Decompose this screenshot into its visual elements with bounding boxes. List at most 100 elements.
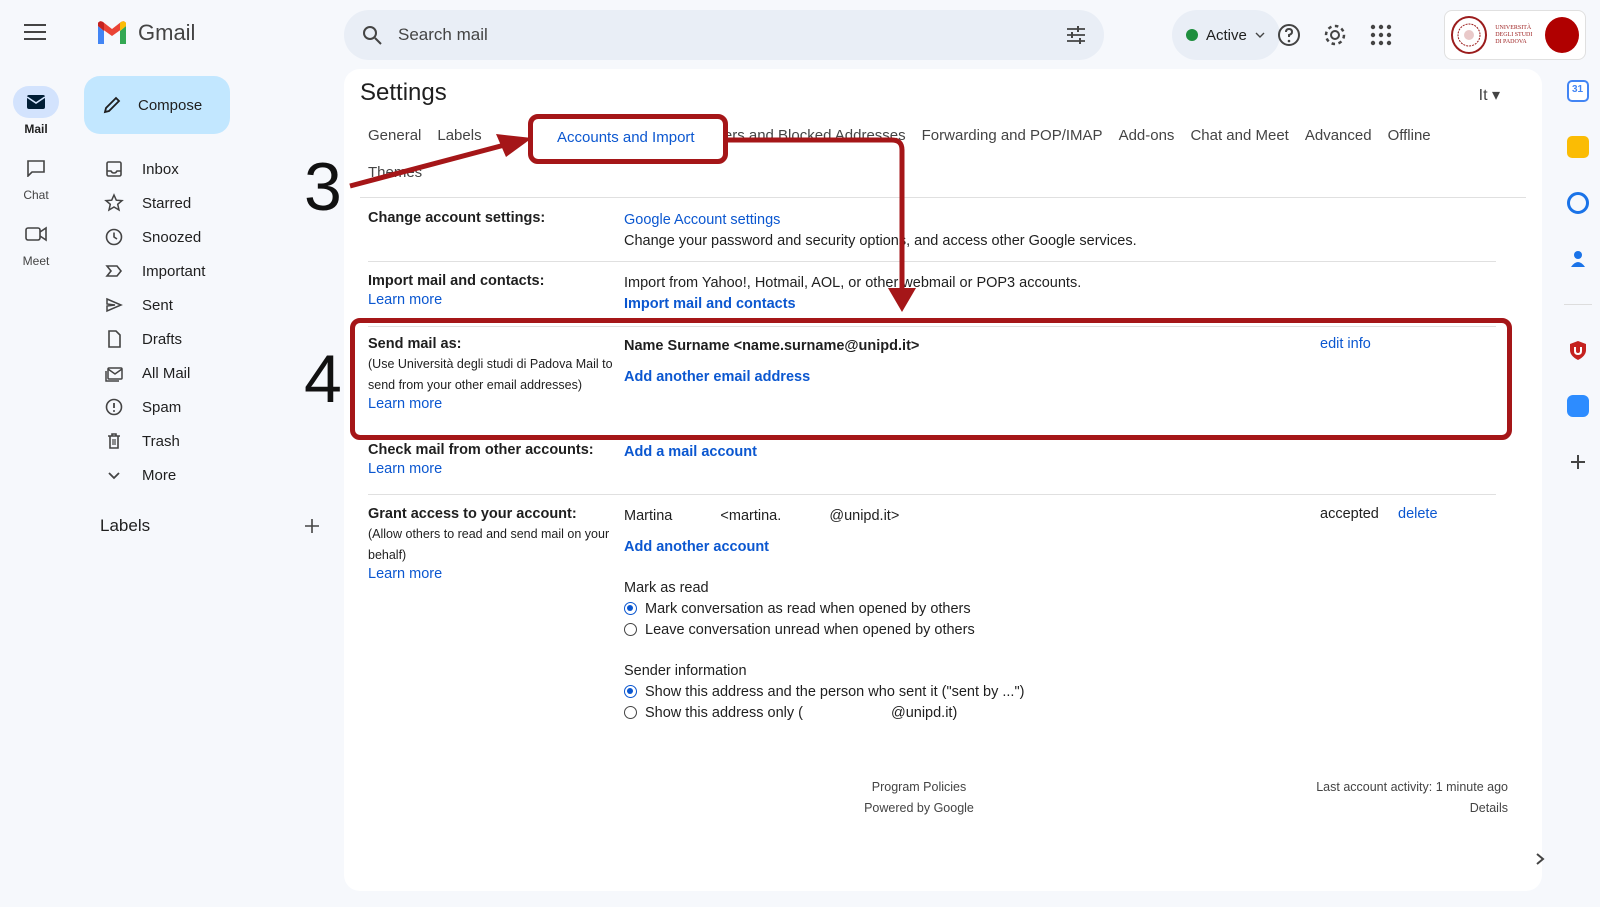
sender-info-option-2[interactable]: Show this address only (@unipd.it) (624, 703, 1484, 724)
rail-item-chat[interactable]: Chat (0, 152, 72, 202)
folder-list: Inbox Starred Snoozed Important Sent Dra… (98, 152, 328, 492)
clock-icon (105, 228, 123, 246)
settings-gear-icon[interactable] (1322, 22, 1348, 48)
tab-add-ons[interactable]: Add-ons (1119, 127, 1175, 144)
nav-item-starred[interactable]: Starred (98, 186, 328, 220)
labels-section-header: Labels (100, 516, 320, 536)
section-label: Import mail and contacts: (368, 273, 545, 289)
powered-by: Powered by Google (864, 801, 974, 815)
add-another-account-link[interactable]: Add another account (624, 537, 1484, 558)
compose-label: Compose (138, 96, 203, 114)
nav-label: More (142, 466, 177, 484)
nav-item-sent[interactable]: Sent (98, 288, 328, 322)
search-input[interactable]: Search mail (398, 25, 1064, 45)
radio-unselected[interactable] (624, 706, 637, 719)
nav-item-more[interactable]: More (98, 458, 328, 492)
tab-labels[interactable]: Labels (437, 127, 481, 144)
import-mail-link[interactable]: Import mail and contacts (624, 294, 1081, 315)
contacts-icon[interactable] (1567, 248, 1589, 270)
avatar[interactable] (1544, 17, 1579, 53)
spam-icon (105, 398, 123, 416)
send-icon (106, 297, 123, 313)
radio-selected[interactable] (624, 602, 637, 615)
status-label: Active (1206, 26, 1247, 44)
main-menu-icon[interactable] (24, 24, 46, 42)
details-link[interactable]: Details (1316, 798, 1508, 819)
status-selector[interactable]: Active (1172, 10, 1280, 60)
add-mail-account-link[interactable]: Add a mail account (624, 442, 757, 463)
learn-more-link[interactable]: Learn more (368, 566, 624, 582)
program-policies-link[interactable]: Program Policies (844, 777, 994, 798)
get-addons-icon[interactable] (1567, 451, 1589, 473)
gmail-m-icon (98, 21, 126, 44)
search-bar[interactable]: Search mail (344, 10, 1104, 60)
nav-item-all-mail[interactable]: All Mail (98, 356, 328, 390)
meet-icon (13, 218, 59, 250)
radio-selected[interactable] (624, 685, 637, 698)
rail-item-meet[interactable]: Meet (0, 218, 72, 268)
keep-icon[interactable] (1567, 136, 1589, 158)
sender-info-option-1[interactable]: Show this address and the person who sen… (624, 682, 1484, 703)
nav-label: Starred (142, 194, 192, 212)
sender-info-title: Sender information (624, 663, 747, 679)
nav-item-spam[interactable]: Spam (98, 390, 328, 424)
gmail-logo[interactable]: Gmail (96, 20, 195, 46)
nav-item-drafts[interactable]: Drafts (98, 322, 328, 356)
annotation-box-send-mail-as (350, 318, 1512, 440)
google-account-settings-link[interactable]: Google Account settings (624, 210, 1137, 231)
delete-delegate-link[interactable]: delete (1398, 506, 1438, 522)
tab-offline[interactable]: Offline (1388, 127, 1431, 144)
shield-addon-icon[interactable] (1567, 339, 1589, 361)
tab-advanced[interactable]: Advanced (1305, 127, 1372, 144)
nav-label: Important (142, 262, 206, 280)
mark-read-option[interactable]: Mark conversation as read when opened by… (624, 599, 1484, 620)
nav-item-inbox[interactable]: Inbox (98, 152, 328, 186)
rail-label-mail: Mail (24, 122, 48, 136)
compose-button[interactable]: Compose (84, 76, 230, 134)
rail-item-mail[interactable]: Mail (0, 86, 72, 136)
learn-more-link[interactable]: Learn more (368, 461, 624, 477)
delegate-email-start: <martina. (720, 508, 782, 524)
side-panel: 31 (1556, 80, 1600, 507)
tab-forwarding-pop-imap[interactable]: Forwarding and POP/IMAP (922, 127, 1103, 144)
nav-item-snoozed[interactable]: Snoozed (98, 220, 328, 254)
rail-label-chat: Chat (23, 188, 49, 202)
tab-chat-and-meet[interactable]: Chat and Meet (1190, 127, 1288, 144)
search-options-icon[interactable] (1064, 23, 1088, 47)
nav-label: Inbox (142, 160, 179, 178)
draft-icon (108, 330, 121, 348)
tab-filters-and-blocked-addresses[interactable]: Filters and Blocked Addresses (704, 127, 906, 144)
tasks-icon[interactable] (1567, 192, 1589, 214)
apps-grid-icon[interactable] (1368, 22, 1394, 48)
tab-general[interactable]: General (368, 127, 421, 144)
tab-themes[interactable]: Themes (368, 164, 422, 181)
university-seal-icon (1451, 16, 1488, 54)
annotation-highlighted-tab[interactable]: Accounts and Import (557, 129, 695, 146)
learn-more-link[interactable]: Learn more (368, 292, 624, 308)
radio-unselected[interactable] (624, 623, 637, 636)
annotation-step-number: 3 (304, 149, 342, 225)
calendar-icon[interactable]: 31 (1567, 80, 1589, 102)
nav-label: All Mail (142, 364, 191, 382)
section-label: Change account settings: (368, 210, 546, 226)
account-switcher[interactable]: UNIVERSITÀ DEGLI STUDI DI PADOVA (1444, 10, 1586, 60)
divider (360, 197, 1526, 198)
help-icon[interactable] (1276, 22, 1302, 48)
annotation-step-number: 4 (304, 341, 342, 417)
section-sublabel: (Allow others to read and send mail on y… (368, 527, 610, 562)
nav-item-important[interactable]: Important (98, 254, 328, 288)
option-label-end: @unipd.it) (890, 705, 958, 721)
search-icon[interactable] (360, 23, 384, 47)
input-tools-icon[interactable]: It ▾ (1479, 85, 1500, 105)
leave-unread-option[interactable]: Leave conversation unread when opened by… (624, 620, 1484, 641)
nav-item-trash[interactable]: Trash (98, 424, 328, 458)
chevron-right-icon[interactable] (1534, 852, 1546, 866)
nav-label: Drafts (142, 330, 183, 348)
chat-icon (13, 152, 59, 184)
add-label-icon[interactable] (304, 518, 320, 534)
inbox-icon (106, 161, 122, 177)
pencil-icon (103, 96, 121, 114)
input-tools-glyph: It (1478, 87, 1488, 104)
option-label: Leave conversation unread when opened by… (645, 622, 975, 638)
zoom-addon-icon[interactable] (1567, 395, 1589, 417)
